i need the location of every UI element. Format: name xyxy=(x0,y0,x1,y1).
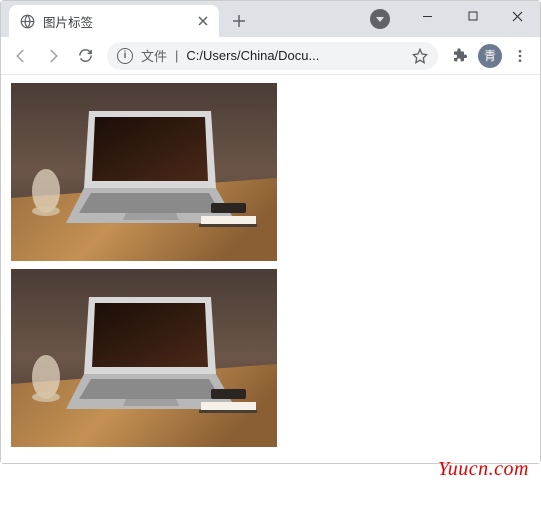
content-image-2 xyxy=(11,269,277,447)
browser-tab[interactable]: 图片标签 xyxy=(9,5,219,37)
extensions-icon[interactable] xyxy=(446,42,474,70)
toolbar: i 文件 | C:/Users/China/Docu... 青 xyxy=(1,37,540,75)
back-button[interactable] xyxy=(7,42,35,70)
minimize-button[interactable] xyxy=(405,1,450,31)
tab-close-icon[interactable] xyxy=(195,13,211,29)
window-controls xyxy=(405,1,540,31)
media-control-icon[interactable] xyxy=(370,9,390,29)
maximize-button[interactable] xyxy=(450,1,495,31)
address-bar[interactable]: i 文件 | C:/Users/China/Docu... xyxy=(107,42,438,70)
tab-title: 图片标签 xyxy=(43,12,195,31)
profile-avatar[interactable]: 青 xyxy=(478,44,502,68)
new-tab-button[interactable] xyxy=(225,7,253,35)
info-icon[interactable]: i xyxy=(117,48,133,64)
globe-icon xyxy=(19,13,35,29)
bookmark-star-icon[interactable] xyxy=(412,48,428,64)
page-content xyxy=(1,75,540,463)
protocol-label: 文件 xyxy=(141,46,167,65)
watermark: Yuucn.com xyxy=(438,458,529,481)
reload-button[interactable] xyxy=(71,42,99,70)
separator: | xyxy=(175,48,178,63)
content-image-1 xyxy=(11,83,277,261)
forward-button[interactable] xyxy=(39,42,67,70)
titlebar: 图片标签 xyxy=(1,1,540,37)
close-button[interactable] xyxy=(495,1,540,31)
menu-icon[interactable] xyxy=(506,42,534,70)
avatar-label: 青 xyxy=(484,47,496,64)
url-text: C:/Users/China/Docu... xyxy=(186,48,404,63)
browser-window: 图片标签 i 文件 | C:/Users/China/Docu... 青 xyxy=(0,0,541,464)
